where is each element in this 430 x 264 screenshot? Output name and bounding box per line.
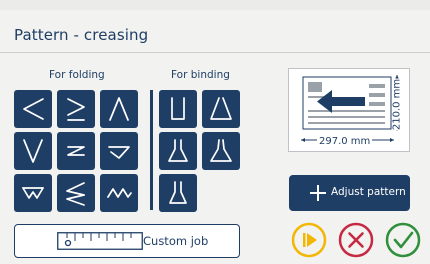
title-divider bbox=[0, 52, 430, 53]
triple-chevron-fold-icon[interactable] bbox=[57, 174, 95, 212]
confirm-button[interactable] bbox=[385, 222, 421, 258]
double-crease-binding-icon[interactable] bbox=[159, 132, 197, 170]
trapezoid-binding-icon[interactable] bbox=[159, 174, 197, 212]
zigzag-fold-icon[interactable] bbox=[100, 174, 138, 212]
binding-group-label: For binding bbox=[171, 69, 230, 81]
move-cross-icon bbox=[310, 185, 326, 201]
wing-binding-icon[interactable] bbox=[202, 132, 240, 170]
left-chevron-fold-icon[interactable] bbox=[14, 90, 52, 128]
sheet-preview: 297.0 mm 210.0 mm bbox=[288, 68, 410, 152]
single-crease-binding-icon[interactable] bbox=[202, 90, 240, 128]
cancel-button[interactable] bbox=[338, 222, 374, 258]
ruler-icon bbox=[57, 232, 143, 250]
custom-job-button[interactable]: Custom job bbox=[14, 224, 240, 258]
group-separator bbox=[150, 90, 153, 210]
gate-fold-icon[interactable] bbox=[14, 174, 52, 212]
page-title: Pattern - creasing bbox=[14, 26, 149, 44]
adjust-pattern-label: Adjust pattern bbox=[331, 186, 406, 198]
z-fold-icon[interactable] bbox=[57, 132, 95, 170]
double-chevron-fold-icon[interactable] bbox=[57, 90, 95, 128]
valley-fold-icon[interactable] bbox=[14, 132, 52, 170]
half-fold-icon[interactable] bbox=[100, 132, 138, 170]
u-binding-icon[interactable] bbox=[159, 90, 197, 128]
play-button[interactable] bbox=[291, 222, 327, 258]
width-dimension-label: 297.0 mm bbox=[317, 136, 373, 147]
folding-group-label: For folding bbox=[49, 69, 105, 81]
custom-job-label: Custom job bbox=[143, 234, 209, 248]
top-strip bbox=[0, 0, 430, 10]
adjust-pattern-button[interactable]: Adjust pattern bbox=[289, 175, 410, 211]
tent-fold-icon[interactable] bbox=[100, 90, 138, 128]
height-dimension-label: 210.0 mm bbox=[391, 78, 403, 131]
